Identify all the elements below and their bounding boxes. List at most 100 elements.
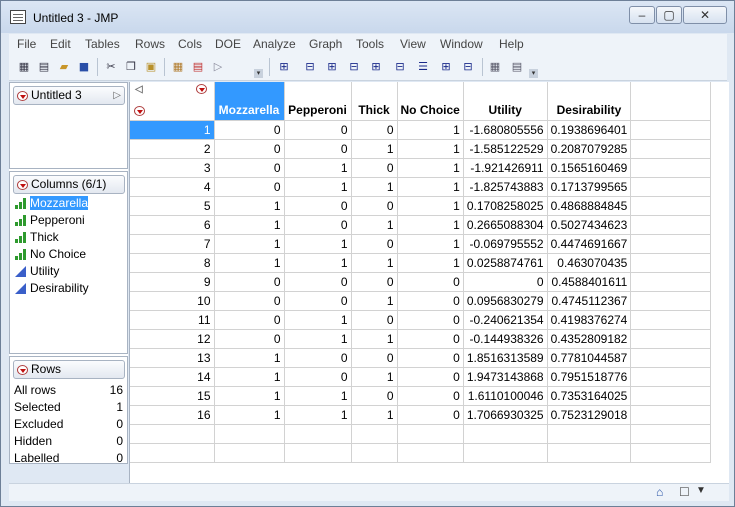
table-cell-empty[interactable] — [130, 443, 215, 463]
table-cell-empty[interactable] — [630, 177, 712, 197]
table-cell[interactable]: 1 — [214, 367, 285, 387]
table-cell-empty[interactable] — [630, 291, 712, 311]
table-cell-empty[interactable] — [630, 424, 712, 444]
row-number[interactable]: 10 — [130, 291, 215, 311]
table-cell[interactable]: 0 — [397, 367, 464, 387]
table-cell[interactable]: 1 — [397, 158, 464, 178]
table-cell[interactable]: 0 — [214, 329, 285, 349]
pareto-icon[interactable]: ⊟ — [460, 59, 476, 75]
table-cell[interactable]: 1 — [214, 253, 285, 273]
table-cell[interactable]: 0.2665088304 — [463, 215, 548, 235]
table-cell[interactable]: 0 — [214, 120, 285, 140]
table-cell-empty[interactable] — [630, 139, 712, 159]
row-number[interactable]: 12 — [130, 329, 215, 349]
table-cell[interactable]: 1 — [284, 405, 352, 425]
row-number[interactable]: 11 — [130, 310, 215, 330]
table-cell[interactable]: 0 — [397, 329, 464, 349]
distribution-icon[interactable]: ⊟ — [302, 59, 318, 75]
table-row[interactable]: 15 1 1 0 0 1.6110100046 0.7353164025 — [130, 386, 712, 406]
menu-graph[interactable]: Graph — [309, 37, 342, 51]
table-cell-empty[interactable] — [397, 424, 464, 444]
table-cell[interactable]: 0 — [351, 158, 398, 178]
table-cell[interactable]: 1 — [284, 386, 352, 406]
table-cell[interactable]: 1 — [284, 253, 352, 273]
table-cell[interactable]: 1 — [397, 196, 464, 216]
table-cell[interactable]: 0 — [351, 196, 398, 216]
table-cell[interactable]: 0.7781044587 — [547, 348, 632, 368]
table-cell-empty[interactable] — [630, 367, 712, 387]
table-cell[interactable]: 0 — [351, 120, 398, 140]
table-cell[interactable]: 0.4588401611 — [547, 272, 632, 292]
table-row[interactable]: 10 0 0 1 0 0.0956830279 0.4745112367 — [130, 291, 712, 311]
table-cell[interactable]: 1 — [397, 120, 464, 140]
column-item-pepperoni[interactable]: Pepperoni — [14, 212, 85, 229]
table-cell[interactable]: 0 — [351, 310, 398, 330]
table-name-header[interactable]: Untitled 3 ▷ — [13, 86, 125, 105]
table-cell[interactable]: 1 — [397, 253, 464, 273]
column-header-thick[interactable]: Thick — [351, 82, 398, 121]
column-item-desirability[interactable]: Desirability — [14, 280, 89, 297]
column-item-utility[interactable]: Utility — [14, 263, 59, 280]
menu-edit[interactable]: Edit — [50, 37, 71, 51]
table-cell-empty[interactable] — [547, 443, 632, 463]
table-cell[interactable]: 0 — [397, 405, 464, 425]
table-cell[interactable]: 0 — [284, 367, 352, 387]
table-cell[interactable]: 0 — [284, 120, 352, 140]
table-cell[interactable]: 0 — [284, 291, 352, 311]
table-cell[interactable]: 0 — [351, 272, 398, 292]
overlay-icon[interactable]: ⊟ — [392, 59, 408, 75]
table-cell[interactable]: 1 — [214, 196, 285, 216]
table-cell[interactable]: 0 — [351, 386, 398, 406]
table-cell[interactable]: 1 — [351, 215, 398, 235]
table-cell[interactable]: 0.0956830279 — [463, 291, 548, 311]
run-script-icon[interactable]: ▷ — [210, 59, 226, 75]
table-cell[interactable]: 1 — [397, 234, 464, 254]
close-button[interactable]: ✕ — [683, 6, 727, 24]
table-cell-empty[interactable] — [630, 272, 712, 292]
table-cell[interactable]: 0 — [397, 348, 464, 368]
table-cell[interactable]: 0 — [284, 348, 352, 368]
menu-rows[interactable]: Rows — [135, 37, 165, 51]
table-row[interactable]: 2 0 0 1 1 -1.585122529 0.2087079285 — [130, 139, 712, 159]
table-cell[interactable]: -1.680805556 — [463, 120, 548, 140]
row-number[interactable]: 4 — [130, 177, 215, 197]
table-row[interactable]: 6 1 0 1 1 0.2665088304 0.5027434623 — [130, 215, 712, 235]
menu-file[interactable]: File — [17, 37, 36, 51]
table-cell[interactable]: 1 — [351, 329, 398, 349]
table-cell[interactable]: 1 — [351, 253, 398, 273]
table-cell[interactable]: 1 — [214, 405, 285, 425]
column-header-desirability[interactable]: Desirability — [547, 82, 632, 121]
table-cell-empty[interactable] — [214, 424, 285, 444]
table-cell[interactable]: -0.240621354 — [463, 310, 548, 330]
table-cell-empty[interactable] — [630, 196, 712, 216]
table-cell-empty[interactable] — [463, 443, 548, 463]
menu-doe[interactable]: DOE — [215, 37, 241, 51]
grid-corner[interactable]: ◁ — [130, 82, 215, 121]
profiler-icon[interactable]: ▤ — [509, 59, 525, 75]
table-cell[interactable]: 1 — [214, 348, 285, 368]
table-cell[interactable]: 0.463070435 — [547, 253, 632, 273]
table-cell[interactable]: 0.2087079285 — [547, 139, 632, 159]
row-number[interactable]: 3 — [130, 158, 215, 178]
table-cell[interactable]: -0.069795552 — [463, 234, 548, 254]
row-number[interactable]: 16 — [130, 405, 215, 425]
table-cell[interactable]: 0.7353164025 — [547, 386, 632, 406]
table-cell[interactable]: -1.921426911 — [463, 158, 548, 178]
table-cell-empty[interactable] — [630, 253, 712, 273]
table-cell[interactable]: 0.5027434623 — [547, 215, 632, 235]
table-cell[interactable]: 1.7066930325 — [463, 405, 548, 425]
row-number[interactable]: 6 — [130, 215, 215, 235]
graph-builder-icon[interactable]: ▦ — [487, 59, 503, 75]
table-cell[interactable]: 0.4198376274 — [547, 310, 632, 330]
columns-header[interactable]: Columns (6/1) — [13, 175, 125, 194]
table-cell[interactable]: 1 — [397, 215, 464, 235]
table-cell[interactable]: 0.4352809182 — [547, 329, 632, 349]
table-cell[interactable]: 0.1708258025 — [463, 196, 548, 216]
table-row[interactable]: 8 1 1 1 1 0.0258874761 0.463070435 — [130, 253, 712, 273]
table-cell[interactable]: 1 — [351, 139, 398, 159]
column-item-mozzarella[interactable]: Mozzarella — [14, 195, 89, 212]
table-cell[interactable]: 0 — [214, 158, 285, 178]
row-number[interactable]: 7 — [130, 234, 215, 254]
table-cell[interactable]: 1 — [397, 177, 464, 197]
table-cell-empty[interactable] — [630, 234, 712, 254]
